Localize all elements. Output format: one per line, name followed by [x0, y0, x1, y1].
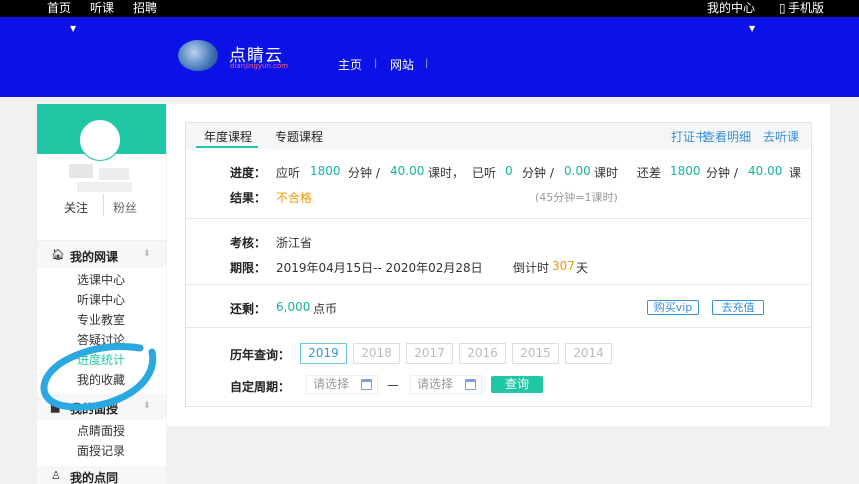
end-date-input[interactable]: 请选择 [410, 375, 482, 394]
balance-unit: 点币 [313, 302, 338, 316]
print-cert-link[interactable]: 打证书 [671, 128, 707, 145]
recharge-button[interactable]: 去充值 [712, 300, 764, 315]
tab-annual[interactable]: 年度课程 [204, 128, 252, 145]
listened-minutes: 0 [505, 164, 513, 178]
countdown-days: 307 [552, 259, 575, 273]
remaining-minutes: 1800 [670, 164, 701, 178]
view-detail-link[interactable]: 查看明细 [703, 128, 751, 145]
hours-unit: 课时， [428, 166, 465, 180]
go-listen-link[interactable]: 去听课 [763, 128, 799, 145]
custom-period-label: 自定周期： [230, 380, 291, 394]
blue-circle-annotation [40, 343, 157, 411]
divider [186, 327, 811, 328]
history-label: 历年查询： [230, 348, 291, 362]
calendar-icon[interactable] [465, 379, 476, 390]
year-2019-button[interactable]: 2019 [300, 343, 347, 364]
year-2016-button[interactable]: 2016 [459, 343, 506, 364]
result-label: 结果： [230, 191, 267, 205]
remaining-label: 还差 [637, 166, 662, 180]
period-value: 2019年04月15日-- 2020年02月28日 [276, 261, 483, 275]
listened-hours: 0.00 [564, 164, 591, 178]
tab-special[interactable]: 专题课程 [275, 128, 323, 145]
year-2017-button[interactable]: 2017 [406, 343, 453, 364]
result-note: (45分钟=1课时) [535, 191, 618, 204]
start-date-input[interactable]: 请选择 [306, 375, 378, 394]
minutes-unit: 分钟 / [706, 166, 738, 180]
year-2018-button[interactable]: 2018 [353, 343, 400, 364]
year-2014-button[interactable]: 2014 [565, 343, 612, 364]
minutes-unit: 分钟 / [348, 166, 380, 180]
end-date-placeholder: 请选择 [417, 377, 454, 391]
divider [186, 284, 811, 285]
countdown-unit: 天 [576, 261, 589, 275]
minutes-unit: 分钟 / [522, 166, 554, 180]
assessment-value: 浙江省 [276, 236, 313, 250]
remaining-hours: 40.00 [748, 164, 783, 178]
hours-unit: 课 [789, 166, 802, 180]
period-label: 期限： [230, 261, 267, 275]
query-button[interactable]: 查询 [491, 376, 543, 393]
year-2015-button[interactable]: 2015 [512, 343, 559, 364]
should-minutes: 1800 [310, 164, 341, 178]
start-date-placeholder: 请选择 [313, 377, 350, 391]
balance-label: 还剩： [230, 302, 267, 316]
listened-label: 已听 [472, 166, 497, 180]
range-dash: — [387, 378, 399, 392]
result-value: 不合格 [276, 191, 313, 205]
hours-unit: 课时 [594, 166, 619, 180]
tab-underline [196, 146, 258, 148]
should-hours: 40.00 [390, 164, 425, 178]
progress-label: 进度： [230, 166, 267, 180]
divider [186, 218, 811, 219]
balance-value: 6,000 [276, 300, 311, 314]
countdown-prefix: 倒计时 [513, 261, 550, 275]
buy-vip-button[interactable]: 购买vip [647, 300, 699, 315]
should-listen-label: 应听 [276, 166, 301, 180]
assessment-label: 考核： [230, 236, 267, 250]
calendar-icon[interactable] [361, 379, 372, 390]
